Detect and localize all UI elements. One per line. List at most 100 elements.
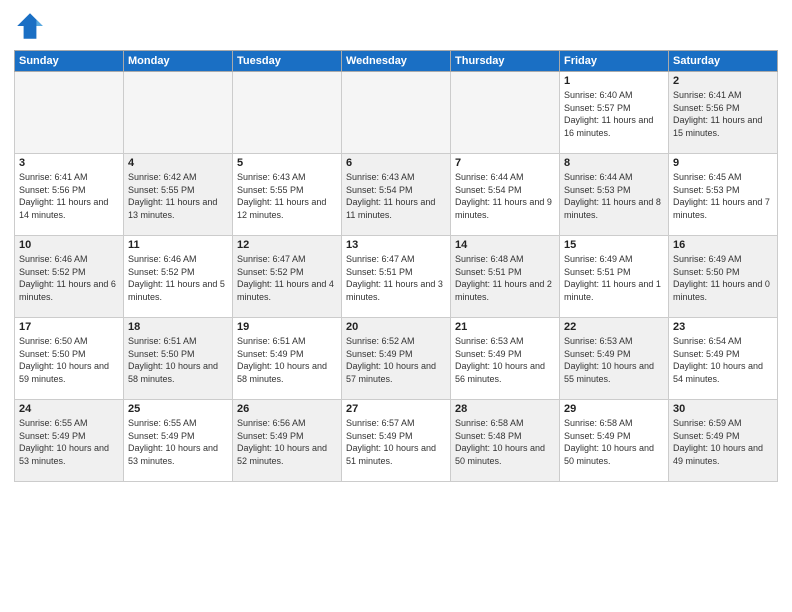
day-cell: 9 Sunrise: 6:45 AM Sunset: 5:53 PM Daylig… [669,154,778,236]
day-number: 26 [237,403,337,415]
day-cell: 16Sunrise: 6:49 AM Sunset: 5:50 PM Dayli… [669,236,778,318]
day-cell: 26 Sunrise: 6:56 AM Sunset: 5:49 PM Dayli… [233,400,342,482]
day-cell: 18 Sunrise: 6:51 AM Sunset: 5:50 PM Dayli… [124,318,233,400]
day-number: 23 [673,321,773,333]
day-cell: 7 Sunrise: 6:44 AM Sunset: 5:54 PM Daylig… [451,154,560,236]
day-number: 22 [564,321,664,333]
day-cell: 22 Sunrise: 6:53 AM Sunset: 5:49 PM Dayli… [560,318,669,400]
day-info: Sunrise: 6:51 AM Sunset: 5:49 PM Dayligh… [237,335,337,385]
day-number: 28 [455,403,555,415]
day-info: Sunrise: 6:58 AM Sunset: 5:49 PM Dayligh… [564,417,664,467]
day-info: Sunrise: 6:43 AM Sunset: 5:54 PM Dayligh… [346,171,446,221]
day-info: Sunrise: 6:59 AM Sunset: 5:49 PM Dayligh… [673,417,773,467]
day-cell: 17Sunrise: 6:50 AM Sunset: 5:50 PM Dayli… [15,318,124,400]
day-cell: 8Sunrise: 6:44 AM Sunset: 5:53 PM Daylig… [560,154,669,236]
logo-icon [14,10,46,42]
day-number: 25 [128,403,228,415]
day-cell [342,72,451,154]
logo [14,10,50,42]
day-number: 5 [237,157,337,169]
day-info: Sunrise: 6:42 AM Sunset: 5:55 PM Dayligh… [128,171,228,221]
day-cell [124,72,233,154]
day-info: Sunrise: 6:54 AM Sunset: 5:49 PM Dayligh… [673,335,773,385]
day-number: 12 [237,239,337,251]
day-cell: 4 Sunrise: 6:42 AM Sunset: 5:55 PM Daylig… [124,154,233,236]
day-info: Sunrise: 6:48 AM Sunset: 5:51 PM Dayligh… [455,253,555,303]
day-number: 30 [673,403,773,415]
day-info: Sunrise: 6:55 AM Sunset: 5:49 PM Dayligh… [128,417,228,467]
day-number: 21 [455,321,555,333]
day-info: Sunrise: 6:46 AM Sunset: 5:52 PM Dayligh… [128,253,228,303]
day-info: Sunrise: 6:49 AM Sunset: 5:51 PM Dayligh… [564,253,664,303]
day-number: 6 [346,157,446,169]
day-cell: 28 Sunrise: 6:58 AM Sunset: 5:48 PM Dayli… [451,400,560,482]
col-header-sunday: Sunday [15,51,124,72]
day-cell: 10Sunrise: 6:46 AM Sunset: 5:52 PM Dayli… [15,236,124,318]
week-row-1: 1 Sunrise: 6:40 AM Sunset: 5:57 PM Daylig… [15,72,778,154]
day-number: 14 [455,239,555,251]
col-header-saturday: Saturday [669,51,778,72]
col-header-monday: Monday [124,51,233,72]
day-cell: 2 Sunrise: 6:41 AM Sunset: 5:56 PM Daylig… [669,72,778,154]
calendar: SundayMondayTuesdayWednesdayThursdayFrid… [14,50,778,482]
col-header-wednesday: Wednesday [342,51,451,72]
day-cell: 24 Sunrise: 6:55 AM Sunset: 5:49 PM Dayli… [15,400,124,482]
day-number: 9 [673,157,773,169]
day-cell: 20Sunrise: 6:52 AM Sunset: 5:49 PM Dayli… [342,318,451,400]
day-number: 3 [19,157,119,169]
day-number: 11 [128,239,228,251]
day-info: Sunrise: 6:58 AM Sunset: 5:48 PM Dayligh… [455,417,555,467]
day-cell: 14 Sunrise: 6:48 AM Sunset: 5:51 PM Dayli… [451,236,560,318]
day-info: Sunrise: 6:44 AM Sunset: 5:53 PM Dayligh… [564,171,664,221]
day-number: 1 [564,75,664,87]
day-cell [233,72,342,154]
day-number: 4 [128,157,228,169]
day-info: Sunrise: 6:40 AM Sunset: 5:57 PM Dayligh… [564,89,664,139]
header [14,10,778,42]
day-info: Sunrise: 6:57 AM Sunset: 5:49 PM Dayligh… [346,417,446,467]
day-cell: 5 Sunrise: 6:43 AM Sunset: 5:55 PM Daylig… [233,154,342,236]
day-info: Sunrise: 6:53 AM Sunset: 5:49 PM Dayligh… [455,335,555,385]
day-info: Sunrise: 6:46 AM Sunset: 5:52 PM Dayligh… [19,253,119,303]
day-number: 24 [19,403,119,415]
day-number: 20 [346,321,446,333]
day-info: Sunrise: 6:49 AM Sunset: 5:50 PM Dayligh… [673,253,773,303]
day-number: 19 [237,321,337,333]
week-row-4: 17Sunrise: 6:50 AM Sunset: 5:50 PM Dayli… [15,318,778,400]
day-info: Sunrise: 6:53 AM Sunset: 5:49 PM Dayligh… [564,335,664,385]
day-number: 27 [346,403,446,415]
day-cell: 25 Sunrise: 6:55 AM Sunset: 5:49 PM Dayli… [124,400,233,482]
week-row-2: 3 Sunrise: 6:41 AM Sunset: 5:56 PM Daylig… [15,154,778,236]
day-info: Sunrise: 6:41 AM Sunset: 5:56 PM Dayligh… [673,89,773,139]
day-cell: 15Sunrise: 6:49 AM Sunset: 5:51 PM Dayli… [560,236,669,318]
day-cell: 12 Sunrise: 6:47 AM Sunset: 5:52 PM Dayli… [233,236,342,318]
day-cell [451,72,560,154]
day-info: Sunrise: 6:43 AM Sunset: 5:55 PM Dayligh… [237,171,337,221]
day-number: 2 [673,75,773,87]
day-cell: 27 Sunrise: 6:57 AM Sunset: 5:49 PM Dayli… [342,400,451,482]
day-cell: 6 Sunrise: 6:43 AM Sunset: 5:54 PM Daylig… [342,154,451,236]
day-number: 29 [564,403,664,415]
page: SundayMondayTuesdayWednesdayThursdayFrid… [0,0,792,612]
day-cell: 30 Sunrise: 6:59 AM Sunset: 5:49 PM Dayli… [669,400,778,482]
day-cell: 11 Sunrise: 6:46 AM Sunset: 5:52 PM Dayli… [124,236,233,318]
day-info: Sunrise: 6:47 AM Sunset: 5:51 PM Dayligh… [346,253,446,303]
day-info: Sunrise: 6:45 AM Sunset: 5:53 PM Dayligh… [673,171,773,221]
day-info: Sunrise: 6:51 AM Sunset: 5:50 PM Dayligh… [128,335,228,385]
col-header-friday: Friday [560,51,669,72]
day-cell: 23 Sunrise: 6:54 AM Sunset: 5:49 PM Dayli… [669,318,778,400]
day-info: Sunrise: 6:44 AM Sunset: 5:54 PM Dayligh… [455,171,555,221]
day-info: Sunrise: 6:56 AM Sunset: 5:49 PM Dayligh… [237,417,337,467]
day-info: Sunrise: 6:41 AM Sunset: 5:56 PM Dayligh… [19,171,119,221]
day-number: 13 [346,239,446,251]
week-row-5: 24 Sunrise: 6:55 AM Sunset: 5:49 PM Dayli… [15,400,778,482]
day-info: Sunrise: 6:47 AM Sunset: 5:52 PM Dayligh… [237,253,337,303]
day-info: Sunrise: 6:50 AM Sunset: 5:50 PM Dayligh… [19,335,119,385]
week-row-3: 10Sunrise: 6:46 AM Sunset: 5:52 PM Dayli… [15,236,778,318]
day-number: 7 [455,157,555,169]
day-number: 18 [128,321,228,333]
day-cell: 21 Sunrise: 6:53 AM Sunset: 5:49 PM Dayli… [451,318,560,400]
day-cell: 3 Sunrise: 6:41 AM Sunset: 5:56 PM Daylig… [15,154,124,236]
day-cell: 29 Sunrise: 6:58 AM Sunset: 5:49 PM Dayli… [560,400,669,482]
day-info: Sunrise: 6:55 AM Sunset: 5:49 PM Dayligh… [19,417,119,467]
